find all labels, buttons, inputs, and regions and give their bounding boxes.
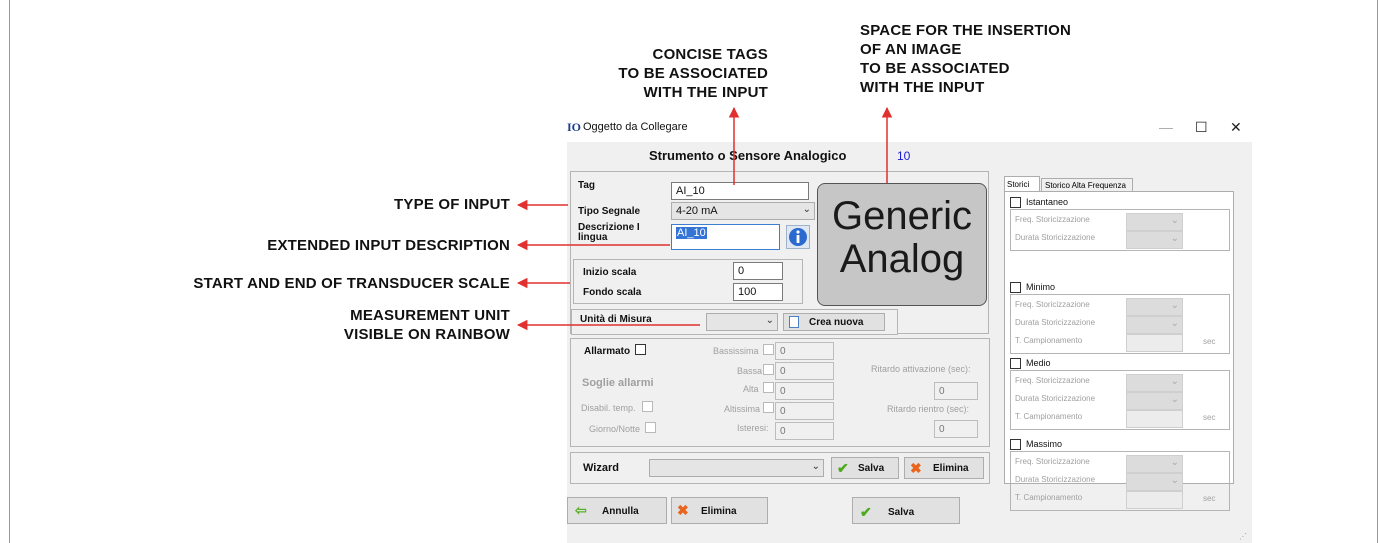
arrows-overlay [516, 106, 893, 331]
